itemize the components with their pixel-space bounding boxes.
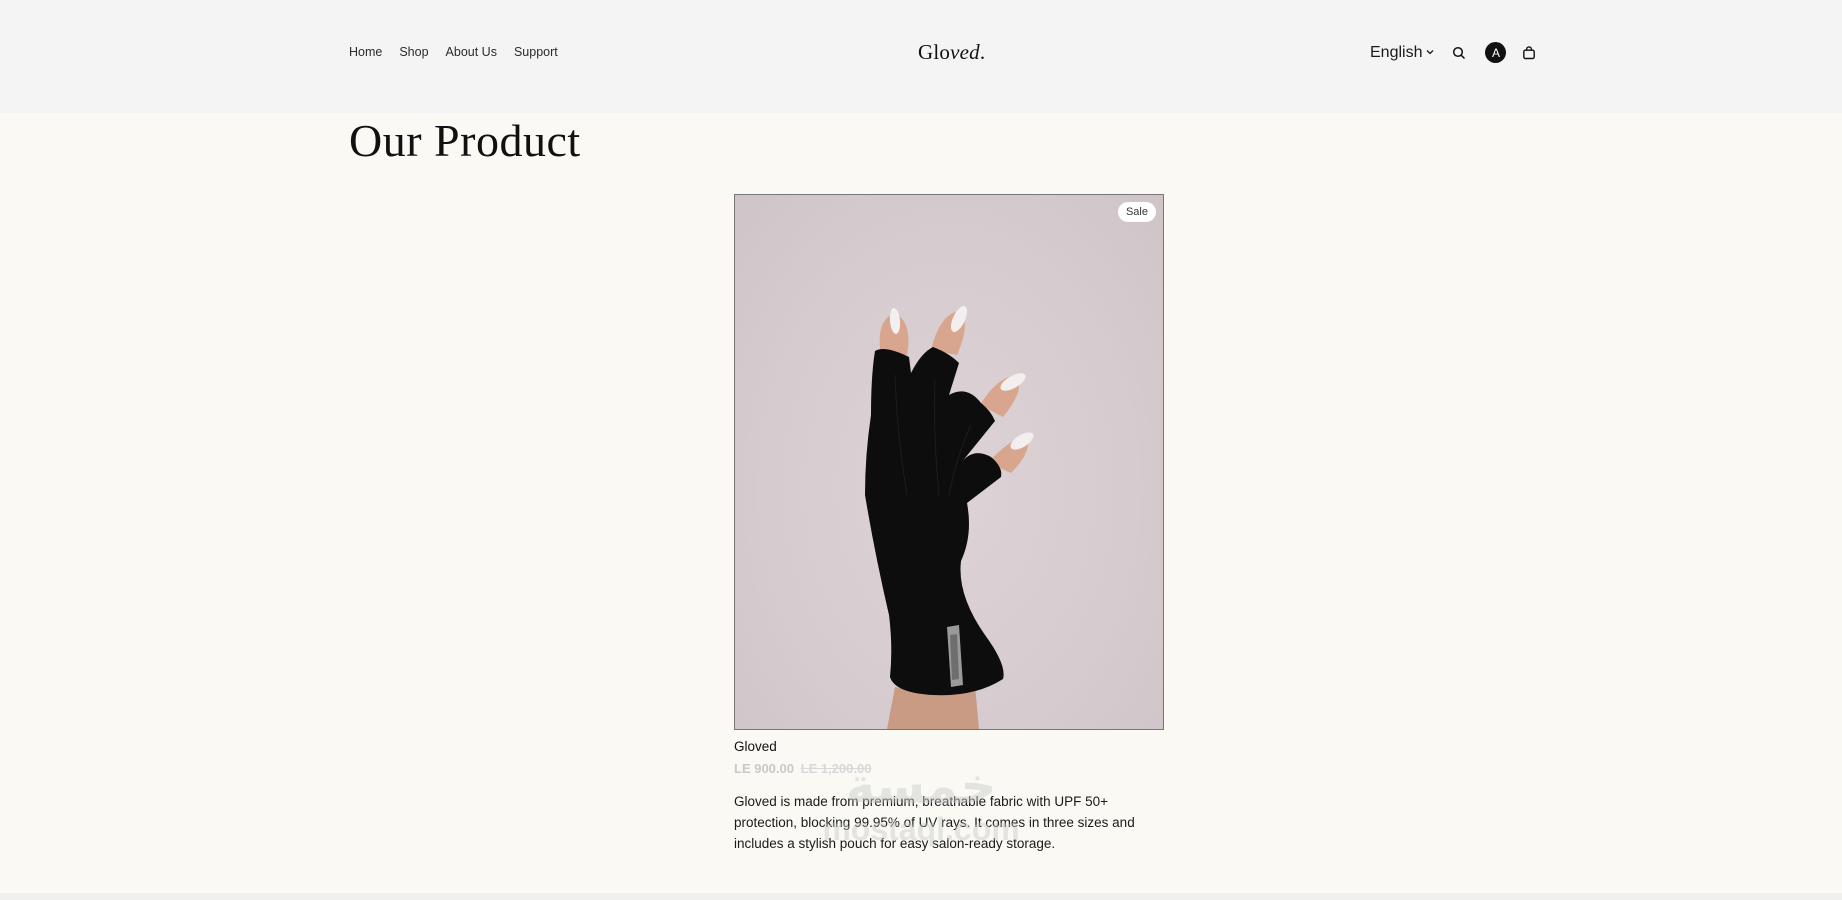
chevron-down-icon: [1425, 44, 1435, 62]
product-image[interactable]: Sale: [734, 194, 1164, 730]
product-card: Sale Gloved LE 900.00 LE 1,200.00 Gloved…: [734, 194, 1164, 854]
account-avatar[interactable]: A: [1485, 42, 1507, 63]
product-name[interactable]: Gloved: [734, 739, 1164, 754]
sale-price: LE 900.00: [734, 761, 794, 776]
main-content: Our Product Sale Gloved LE 900.00 LE 1,2…: [0, 113, 1842, 893]
nav-support[interactable]: Support: [514, 45, 558, 59]
site-header: Home Shop About Us Support Gloved. Engli…: [0, 0, 1842, 113]
price-row: LE 900.00 LE 1,200.00: [734, 761, 1164, 776]
logo-text-italic: ved: [950, 40, 980, 64]
main-nav: Home Shop About Us Support: [349, 45, 558, 59]
logo-text-main: Glo: [918, 40, 951, 64]
language-label: English: [1370, 43, 1423, 61]
footer-strip: [0, 893, 1842, 900]
nav-about-us[interactable]: About Us: [446, 45, 497, 59]
site-logo[interactable]: Gloved.: [918, 40, 985, 65]
shopping-bag-icon[interactable]: [1521, 45, 1537, 61]
glove-photo: [865, 306, 1034, 729]
language-selector[interactable]: English: [1370, 44, 1435, 62]
original-price: LE 1,200.00: [800, 761, 872, 776]
search-icon[interactable]: [1451, 45, 1467, 61]
page-title: Our Product: [349, 115, 581, 166]
logo-dot: .: [979, 40, 986, 64]
nav-home[interactable]: Home: [349, 45, 382, 59]
sale-badge: Sale: [1117, 202, 1156, 222]
product-description: Gloved is made from premium, breathable …: [734, 794, 1135, 851]
header-actions: English A: [1370, 42, 1537, 63]
nav-shop[interactable]: Shop: [399, 45, 428, 59]
